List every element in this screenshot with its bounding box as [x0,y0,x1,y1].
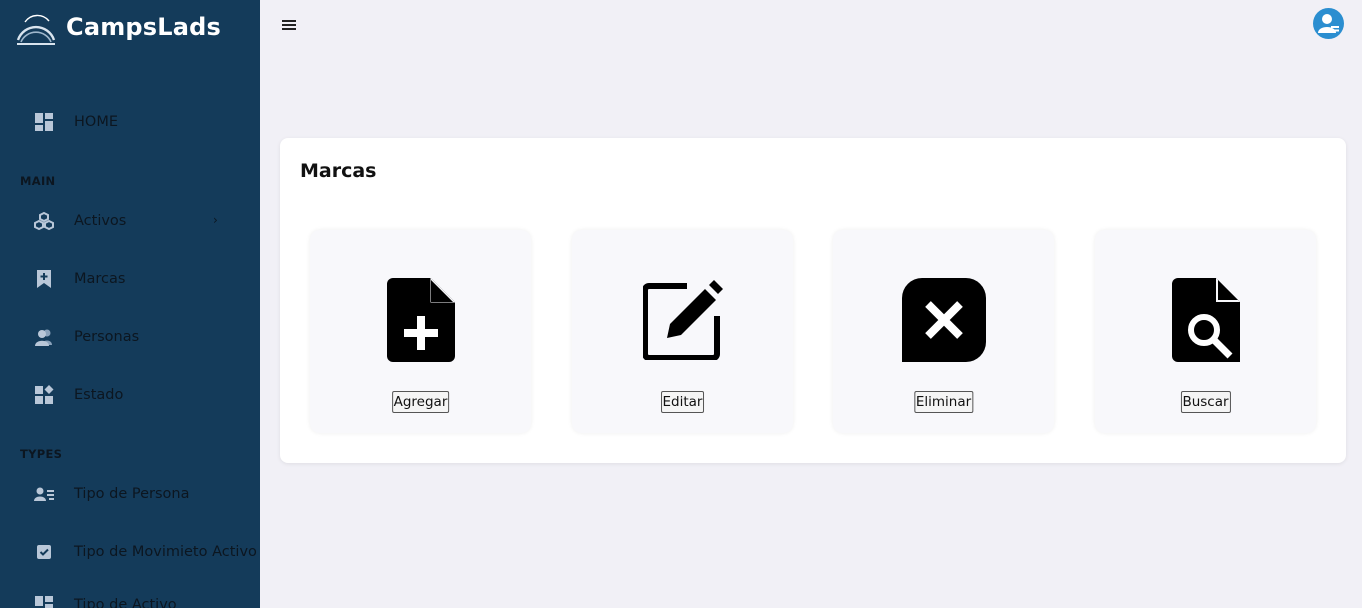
checkbox-icon [34,542,54,562]
sidebar-item-label: Tipo de Movimieto Activo [74,544,257,560]
sidebar-item-marcas[interactable]: Marcas [0,264,260,294]
sidebar-item-label: Marcas [74,271,126,287]
eliminar-button[interactable]: Eliminar [913,391,974,413]
sidebar-item-personas[interactable]: Personas [0,322,260,352]
close-box-icon [900,276,988,364]
editar-button[interactable]: Editar [660,391,705,413]
user-avatar-icon[interactable] [1313,8,1344,39]
brand-name: CampsLads [66,13,222,41]
chevron-right-icon[interactable]: › [213,213,218,227]
sidebar-item-label: HOME [74,114,118,130]
sidebar-item-activos[interactable]: Activos › [0,206,260,236]
edit-icon [639,276,727,364]
section-title-main: MAIN [20,174,56,188]
sidebar-item-home[interactable]: HOME [0,107,260,137]
sidebar: CampsLads HOME MAIN Activos › Marcas Per… [0,0,260,608]
sidebar-item-label: Activos [74,213,127,229]
sidebar-item-tipo-persona[interactable]: Tipo de Persona [0,479,260,509]
widgets-icon [34,385,54,405]
dashboard-icon [34,595,54,608]
brand[interactable]: CampsLads [15,8,221,46]
buscar-button[interactable]: Buscar [1180,391,1231,413]
person-list-icon [34,484,54,504]
main-panel: Marcas Agregar Editar Eliminar Buscar [280,138,1346,463]
file-plus-icon [377,276,465,364]
sidebar-item-label: Personas [74,329,140,345]
sidebar-item-tipo-activo[interactable]: Tipo de Activo [0,590,260,608]
action-card-agregar: Agregar [310,230,531,433]
page-title: Marcas [300,160,377,182]
section-title-types: TYPES [20,447,63,461]
bookmark-plus-icon [34,269,54,289]
sidebar-item-estado[interactable]: Estado [0,380,260,410]
action-card-editar: Editar [572,230,793,433]
file-search-icon [1162,276,1250,364]
users-icon [34,327,54,347]
brand-logo-icon [16,14,56,45]
action-card-eliminar: Eliminar [833,230,1054,433]
hamburger-icon[interactable] [282,18,296,32]
sidebar-item-label: Tipo de Persona [74,486,190,502]
sidebar-item-label: Estado [74,387,124,403]
sidebar-item-label: Tipo de Activo [74,597,177,608]
cubes-icon [34,211,54,231]
action-card-buscar: Buscar [1095,230,1316,433]
dashboard-icon [34,112,54,132]
sidebar-item-tipo-movimiento[interactable]: Tipo de Movimieto Activo [0,537,260,567]
agregar-button[interactable]: Agregar [391,391,450,413]
